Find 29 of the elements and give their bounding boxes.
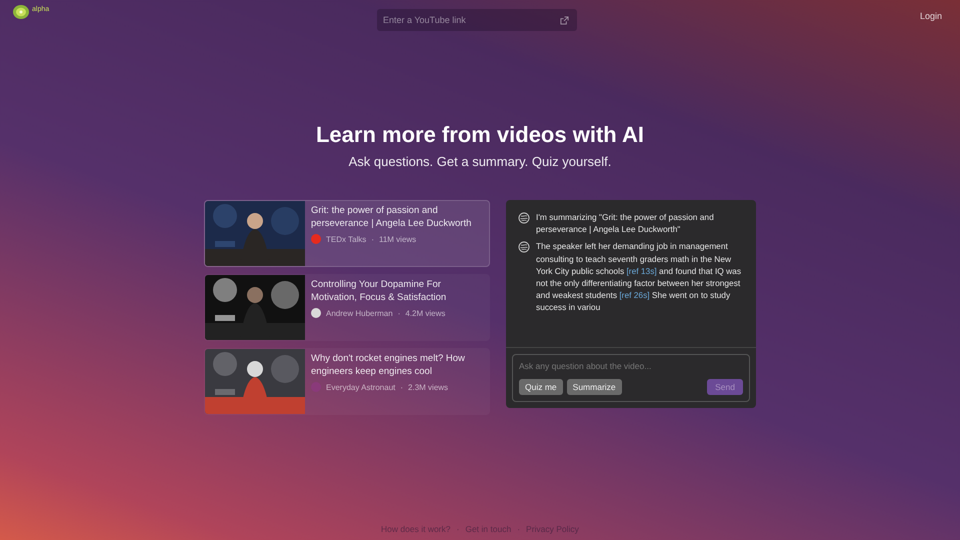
chat-message: The speaker left her demanding job in management consulting to teach seventh graders math in the New York City public schools [ref 13s] and found that IQ was not the only differentiating factor between her strongest and weakest students [ref 26s] She went on to study success in variou [536,240,742,314]
separator-dot: · [371,234,374,244]
channel-name: Everyday Astronaut [326,382,396,392]
channel-name: TEDx Talks [326,234,366,244]
view-count: 2.3M views [408,382,448,392]
separator-dot: · [517,524,520,534]
chat-message: I'm summarizing "Grit: the power of passion and perseverance | Angela Lee Duckworth" [536,211,715,236]
video-title: Grit: the power of passion and perseverance | Angela Lee Duckworth [311,204,472,230]
action-button[interactable]: Quiz me [519,379,563,395]
separator-dot: · [398,308,400,318]
video-title: Controlling Your Dopamine For Motivation, Focus & Satisfaction [311,278,448,304]
view-count: 11M views [378,234,416,244]
login-link[interactable]: Login [742,11,942,21]
video-card[interactable]: Grit: the power of passion and perseverance | Angela Lee Duckworth TEDx Talks · 11M views [204,200,490,267]
timestamp-link[interactable]: [ref 13s] [626,266,657,276]
question-field[interactable]: Ask any question about the video... [519,361,743,371]
timestamp-link[interactable]: [ref 26s] [619,290,650,300]
video-card[interactable]: Why don't rocket engines melt? How engineers keep engines cool Everyday Astronaut · 2.3M views [204,348,490,415]
hero-subtitle: Ask questions. Get a summary. Quiz yourself. [348,154,612,169]
video-title: Why don't rocket engines melt? How engineers keep engines cool [311,352,466,378]
external-link-icon[interactable] [560,16,569,25]
view-count: 4.2M views [405,308,446,318]
video-card[interactable]: Controlling Your Dopamine For Motivation, Focus & Satisfaction Andrew Huberman · 4.2M views [204,274,490,341]
kiwi-logo-icon[interactable] [12,4,30,20]
action-button[interactable]: Summarize [566,379,622,395]
hero-title: Learn more from videos with AI [316,122,644,148]
separator-dot: · [456,524,460,534]
channel-name: Andrew Huberman [326,308,393,318]
separator-dot: · [400,382,404,392]
